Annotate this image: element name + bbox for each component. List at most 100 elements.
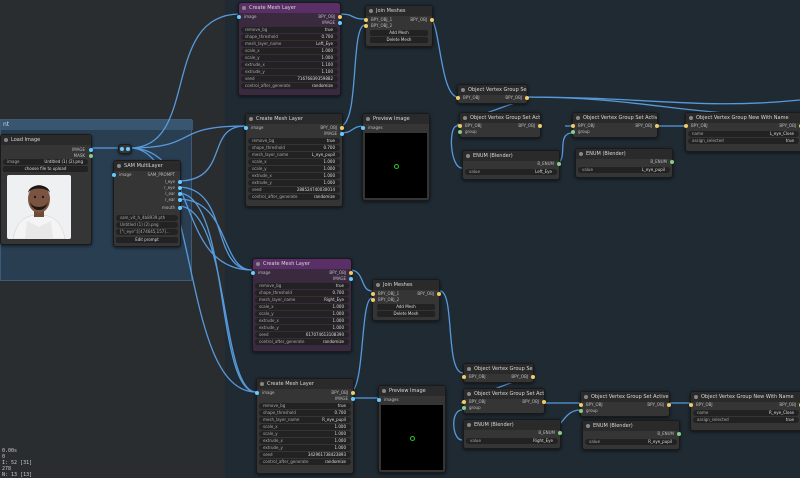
mesh-param-widget[interactable]: scale_y 1.000 bbox=[255, 311, 349, 317]
enum-blender-node[interactable]: ENUM (Blender) B_ENUM value Right_Eye bbox=[463, 419, 562, 449]
input-group-slot[interactable] bbox=[458, 130, 462, 134]
input-image-slot[interactable] bbox=[244, 126, 248, 130]
output-obj-slot[interactable] bbox=[525, 96, 529, 100]
join-meshes-node[interactable]: Join Meshes BPY_OBJ_1 BPY_OBJ_2 BPY_OBJ Add … bbox=[364, 5, 434, 47]
mesh-param-widget[interactable]: shape_threshold 0.700 bbox=[255, 290, 349, 296]
create-mesh-layer-node[interactable]: Create Mesh Layer image BPY_OBJ IMAGE remove… bbox=[255, 378, 355, 474]
enum-blender-node[interactable]: ENUM (Blender) B_ENUM value Left_Eye bbox=[462, 150, 561, 180]
create-mesh-layer-node[interactable]: Create Mesh Layer image BPY_OBJ IMAGE remove… bbox=[251, 258, 353, 352]
mesh-param-widget[interactable]: control_after_generate randomize bbox=[241, 83, 338, 89]
node-title[interactable]: Preview Image bbox=[379, 386, 445, 396]
create-mesh-layer-node[interactable]: Create Mesh Layer image BPY_OBJ IMAGE remove… bbox=[237, 2, 342, 96]
input-obj2-slot[interactable] bbox=[371, 298, 375, 302]
name-widget[interactable]: name R_eye_Close bbox=[693, 410, 799, 416]
name-widget[interactable]: name L_eye_Close bbox=[688, 131, 799, 137]
output-l-eye-slot[interactable] bbox=[178, 180, 182, 184]
node-title[interactable]: Create Mesh Layer bbox=[246, 114, 342, 124]
output-image-slot[interactable] bbox=[340, 132, 344, 136]
sam-multilayer-node[interactable]: SAM MultiLayer image SAM_PROMPT l_eye r_… bbox=[112, 160, 182, 247]
node-title[interactable]: Object Vertex Group Select bbox=[458, 85, 527, 95]
upload-button[interactable]: choose file to upload bbox=[3, 166, 88, 172]
input-group-slot[interactable] bbox=[462, 406, 466, 410]
output-obj-slot[interactable] bbox=[542, 400, 546, 404]
enum-value-widget[interactable]: value Left_Eye bbox=[465, 169, 557, 175]
output-bpy-obj-slot[interactable] bbox=[340, 126, 344, 130]
preview-image-node[interactable]: Preview Image images bbox=[377, 385, 446, 473]
mesh-param-widget[interactable]: scale_y 1.000 bbox=[248, 166, 340, 172]
mesh-param-widget[interactable]: control_after_generate randomize bbox=[255, 339, 349, 345]
vertex-group-new-node[interactable]: Object Vertex Group New With Name BPY_OBJ… bbox=[684, 112, 800, 152]
enum-blender-node[interactable]: ENUM (Blender) B_ENUM value L_eye_pupil bbox=[575, 148, 674, 178]
mesh-param-widget[interactable]: seed 71676839359882 bbox=[241, 76, 338, 82]
mesh-param-widget[interactable]: extrude_y 1.000 bbox=[248, 180, 340, 186]
create-mesh-layer-node[interactable]: Create Mesh Layer image BPY_OBJ IMAGE remove… bbox=[244, 113, 344, 207]
input-images-slot[interactable] bbox=[361, 126, 365, 130]
mesh-param-widget[interactable]: seed 288524740030014 bbox=[248, 187, 340, 193]
mesh-param-widget[interactable]: remove_bg true bbox=[241, 27, 338, 33]
node-title[interactable]: Create Mesh Layer bbox=[253, 259, 351, 269]
input-image-slot[interactable] bbox=[251, 271, 255, 275]
node-title[interactable]: Object Vertex Group Set Active bbox=[573, 113, 657, 123]
enum-value-widget[interactable]: value L_eye_pupil bbox=[578, 167, 670, 173]
output-r-ear-slot[interactable] bbox=[178, 198, 182, 202]
output-obj-slot[interactable] bbox=[430, 18, 434, 22]
reroute-out-slot[interactable] bbox=[126, 147, 130, 151]
mesh-param-widget[interactable]: mesh_layer_name Left_Eye bbox=[241, 41, 338, 47]
vertex-group-set-active-node[interactable]: Object Vertex Group Set Active BPY_OBJ gro… bbox=[579, 391, 671, 417]
output-mask-slot[interactable] bbox=[89, 154, 93, 158]
node-title[interactable]: SAM MultiLayer bbox=[114, 161, 180, 171]
input-images-slot[interactable] bbox=[377, 398, 381, 402]
node-title[interactable]: ENUM (Blender) bbox=[576, 149, 672, 159]
output-image-slot[interactable] bbox=[338, 21, 342, 25]
vertex-group-select-node[interactable]: Object Vertex Group SelectBPY_OBJ BPY_OBJ bbox=[462, 363, 535, 383]
reroute-node[interactable] bbox=[118, 144, 132, 154]
mesh-param-widget[interactable]: extrude_y 1.000 bbox=[255, 325, 349, 331]
vertex-group-set-active-node[interactable]: Object Vertex Group Set Active BPY_OBJ gro… bbox=[462, 388, 546, 414]
sam-prompt-text[interactable]: ["l_eye":[[474645,157]... bbox=[116, 229, 178, 235]
sam-image-select[interactable]: Untitled (1) (2).png bbox=[116, 222, 178, 228]
mesh-param-widget[interactable]: scale_x 1.000 bbox=[241, 48, 338, 54]
output-obj-slot[interactable] bbox=[437, 292, 441, 296]
output-image-slot[interactable] bbox=[351, 397, 355, 401]
output-obj-slot[interactable] bbox=[531, 375, 535, 379]
sam-model-select[interactable]: sam_vit_h_4b8939.pth bbox=[116, 215, 178, 221]
input-obj-slot[interactable] bbox=[456, 96, 460, 100]
input-image-slot[interactable] bbox=[237, 15, 241, 19]
output-enum-slot[interactable] bbox=[677, 432, 681, 436]
mesh-param-widget[interactable]: seed 342961738423893 bbox=[259, 452, 351, 458]
input-obj2-slot[interactable] bbox=[364, 24, 368, 28]
node-title[interactable]: Object Vertex Group Set Active bbox=[581, 392, 669, 402]
input-obj-slot[interactable] bbox=[684, 124, 688, 128]
mesh-param-widget[interactable]: extrude_y 1.100 bbox=[241, 69, 338, 75]
output-enum-slot[interactable] bbox=[558, 431, 562, 435]
node-title[interactable]: ENUM (Blender) bbox=[463, 151, 559, 161]
output-enum-slot[interactable] bbox=[670, 160, 674, 164]
output-bpy-obj-slot[interactable] bbox=[351, 391, 355, 395]
vertex-group-new-node[interactable]: Object Vertex Group New With Name BPY_OBJ… bbox=[689, 391, 800, 431]
mesh-param-widget[interactable]: scale_x 1.000 bbox=[255, 304, 349, 310]
mesh-param-widget[interactable]: remove_bg true bbox=[248, 138, 340, 144]
vertex-group-set-active-node[interactable]: Object Vertex Group Set Active BPY_OBJ gro… bbox=[571, 112, 659, 138]
node-title[interactable]: Object Vertex Group Set Active bbox=[460, 113, 540, 123]
input-group-slot[interactable] bbox=[579, 409, 583, 413]
vertex-group-set-active-node[interactable]: Object Vertex Group Set Active BPY_OBJ gro… bbox=[458, 112, 542, 138]
input-image-slot[interactable] bbox=[112, 173, 116, 177]
output-obj-slot[interactable] bbox=[667, 403, 671, 407]
node-title[interactable]: Object Vertex Group New With Name bbox=[686, 113, 800, 123]
mesh-param-widget[interactable]: scale_y 1.000 bbox=[241, 55, 338, 61]
node-title[interactable]: Object Vertex Group Select bbox=[464, 364, 533, 374]
node-title[interactable]: ENUM (Blender) bbox=[583, 421, 679, 431]
enum-value-widget[interactable]: value R_eye_pupil bbox=[585, 439, 677, 445]
input-obj-slot[interactable] bbox=[462, 375, 466, 379]
load-image-node[interactable]: Load Image IMAGE MASK image Untitled (1) … bbox=[0, 134, 93, 245]
node-title[interactable]: Create Mesh Layer bbox=[239, 3, 340, 13]
assign-selected-toggle[interactable]: assign_selected true bbox=[693, 417, 799, 423]
output-l-ear-slot[interactable] bbox=[178, 192, 182, 196]
mesh-param-widget[interactable]: shape_threshold 0.700 bbox=[241, 34, 338, 40]
output-mouth-slot[interactable] bbox=[178, 206, 182, 210]
mesh-param-widget[interactable]: extrude_x 1.000 bbox=[259, 438, 351, 444]
add-mesh-button[interactable]: Add Mesh bbox=[370, 30, 428, 36]
mesh-param-widget[interactable]: seed 617074613108390 bbox=[255, 332, 349, 338]
node-title[interactable]: Join Meshes bbox=[373, 280, 439, 290]
assign-selected-toggle[interactable]: assign_selected true bbox=[688, 138, 799, 144]
